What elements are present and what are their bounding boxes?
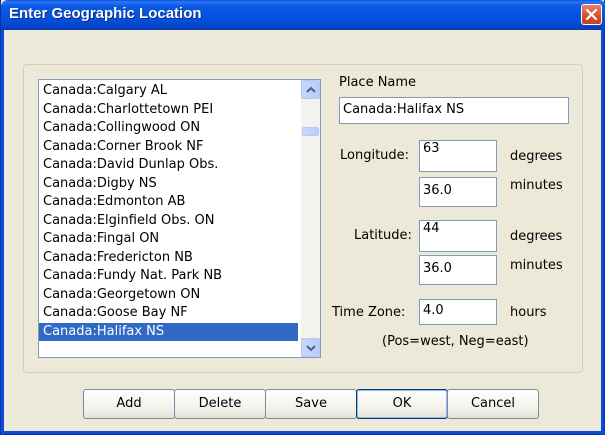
window-border-left	[1, 30, 4, 435]
window-title: Enter Geographic Location	[9, 5, 202, 22]
window-border-bottom	[1, 431, 605, 434]
place-name-input[interactable]: Canada:Halifax NS	[339, 97, 569, 124]
list-item[interactable]: Canada:Fingal ON	[39, 230, 298, 249]
cancel-button[interactable]: Cancel	[447, 389, 539, 419]
timezone-input[interactable]: 4.0	[419, 299, 497, 325]
list-item[interactable]: Canada:Collingwood ON	[39, 119, 298, 138]
list-item[interactable]: Canada:Fundy Nat. Park NB	[39, 267, 298, 286]
latitude-minutes-unit: minutes	[510, 258, 563, 273]
scroll-down-button[interactable]	[301, 338, 320, 357]
scroll-up-button[interactable]	[301, 80, 320, 99]
timezone-hours-unit: hours	[510, 305, 547, 320]
close-icon	[585, 8, 598, 21]
list-item[interactable]: Canada:Elginfield Obs. ON	[39, 212, 298, 231]
ok-button[interactable]: OK	[356, 389, 448, 419]
save-button[interactable]: Save	[265, 389, 357, 419]
scroll-thumb[interactable]	[302, 127, 319, 136]
longitude-label: Longitude:	[340, 148, 410, 163]
chevron-up-icon	[306, 86, 316, 93]
list-item[interactable]: Canada:Charlottetown PEI	[39, 101, 298, 120]
delete-button[interactable]: Delete	[174, 389, 266, 419]
list-item[interactable]: Canada:Fredericton NB	[39, 249, 298, 268]
list-item[interactable]: Canada:David Dunlap Obs.	[39, 156, 298, 175]
list-item[interactable]: Canada:Digby NS	[39, 175, 298, 194]
close-button[interactable]	[581, 4, 602, 25]
window-border-right	[601, 30, 604, 435]
latitude-minutes-input[interactable]: 36.0	[419, 255, 497, 285]
dialog-window: Enter Geographic Location Canada:Calgary…	[0, 0, 605, 435]
list-item[interactable]: Canada:Edmonton AB	[39, 193, 298, 212]
timezone-hint: (Pos=west, Neg=east)	[382, 334, 529, 349]
places-list: Canada:Calgary AL Canada:Charlottetown PE…	[39, 82, 298, 341]
latitude-degrees-input[interactable]: 44	[419, 220, 497, 252]
add-button[interactable]: Add	[83, 389, 175, 419]
list-item[interactable]: Canada:Corner Brook NF	[39, 138, 298, 157]
places-listbox[interactable]: Canada:Calgary AL Canada:Charlottetown PE…	[38, 79, 321, 358]
timezone-label: Time Zone:	[332, 305, 406, 320]
latitude-label: Latitude:	[354, 228, 412, 243]
list-item[interactable]: Canada:Goose Bay NF	[39, 304, 298, 323]
longitude-minutes-input[interactable]: 36.0	[419, 177, 497, 207]
list-item-selected[interactable]: Canada:Halifax NS	[39, 322, 298, 341]
longitude-degrees-unit: degrees	[510, 149, 563, 164]
latitude-degrees-unit: degrees	[510, 229, 563, 244]
list-item[interactable]: Canada:Georgetown ON	[39, 286, 298, 305]
vertical-scrollbar[interactable]	[301, 80, 320, 357]
place-name-label: Place Name	[339, 75, 417, 90]
chevron-down-icon	[306, 345, 316, 352]
longitude-minutes-unit: minutes	[510, 178, 563, 193]
longitude-degrees-input[interactable]: 63	[419, 140, 497, 172]
list-item[interactable]: Canada:Calgary AL	[39, 82, 298, 101]
title-bar[interactable]: Enter Geographic Location	[1, 0, 605, 30]
